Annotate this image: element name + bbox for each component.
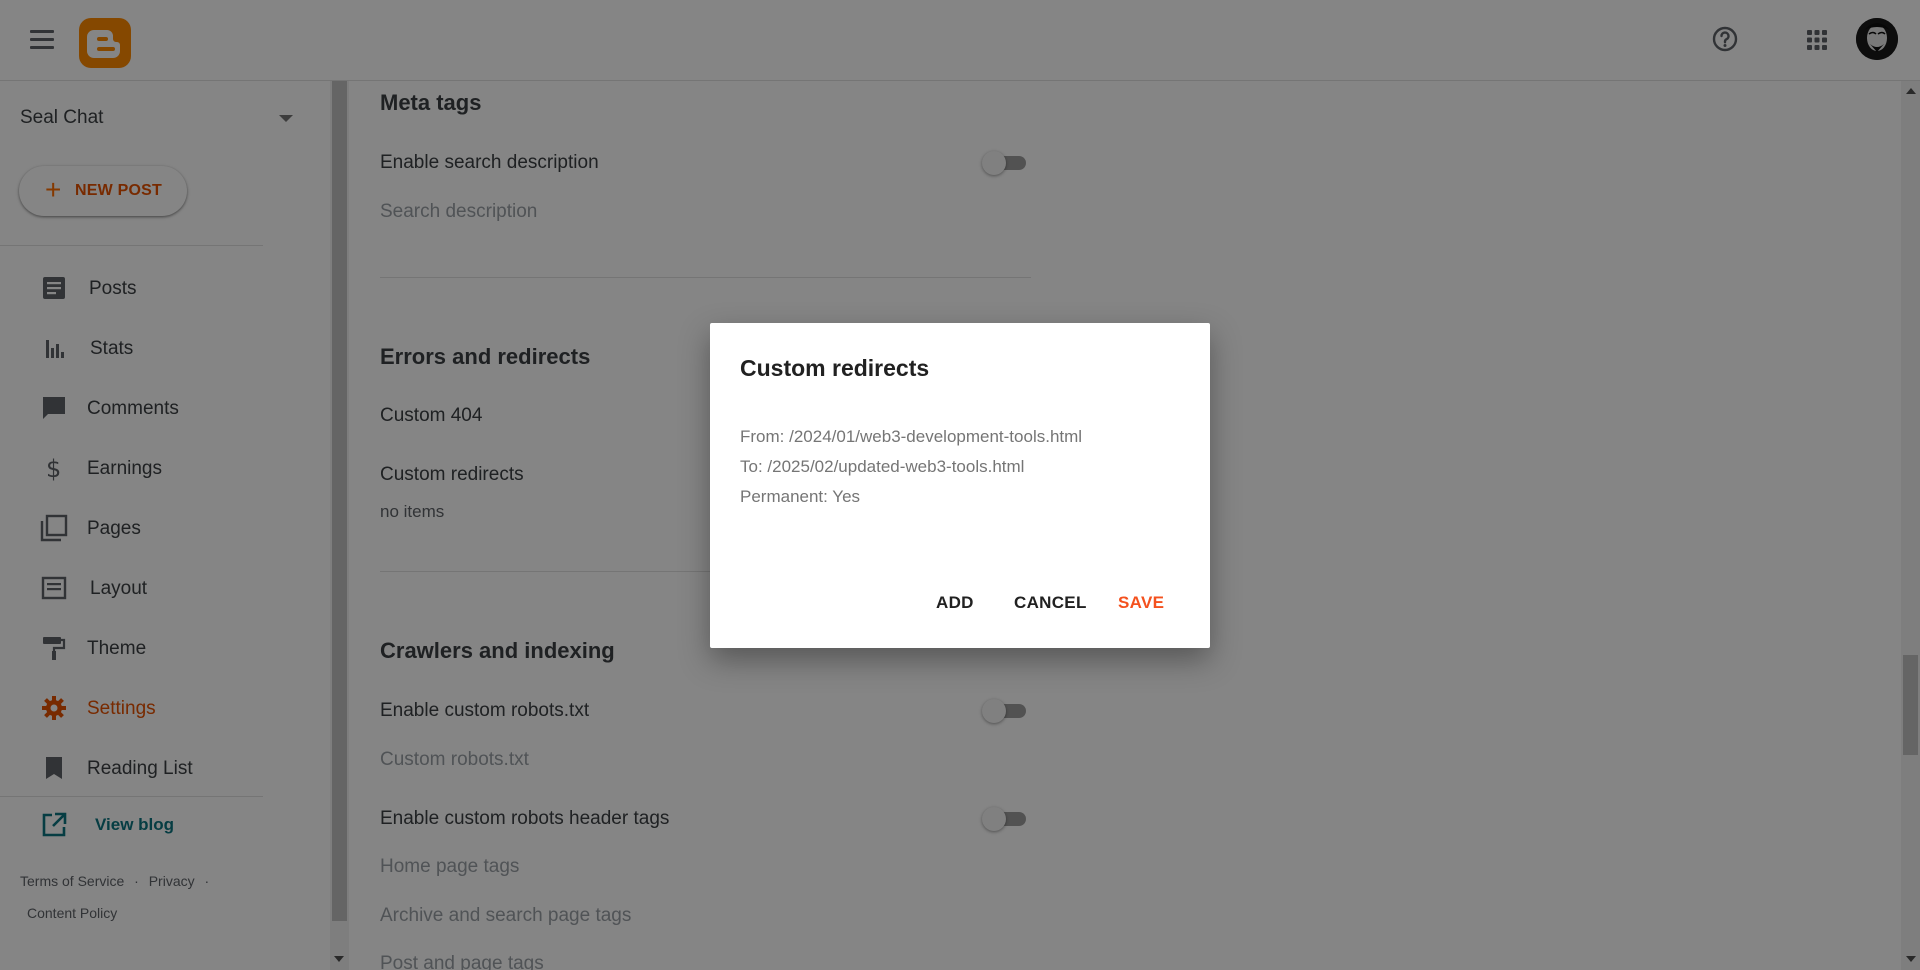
- redirect-from: From: /2024/01/web3-development-tools.ht…: [740, 427, 1083, 446]
- custom-redirects-dialog: Custom redirects From: /2024/01/web3-dev…: [710, 323, 1210, 648]
- dialog-title: Custom redirects: [740, 355, 930, 381]
- add-button[interactable]: ADD: [936, 593, 974, 613]
- cancel-button[interactable]: CANCEL: [1014, 593, 1087, 613]
- save-button[interactable]: SAVE: [1118, 593, 1164, 613]
- redirect-to: To: /2025/02/updated-web3-tools.html: [740, 457, 1025, 476]
- redirect-permanent: Permanent: Yes: [740, 487, 861, 506]
